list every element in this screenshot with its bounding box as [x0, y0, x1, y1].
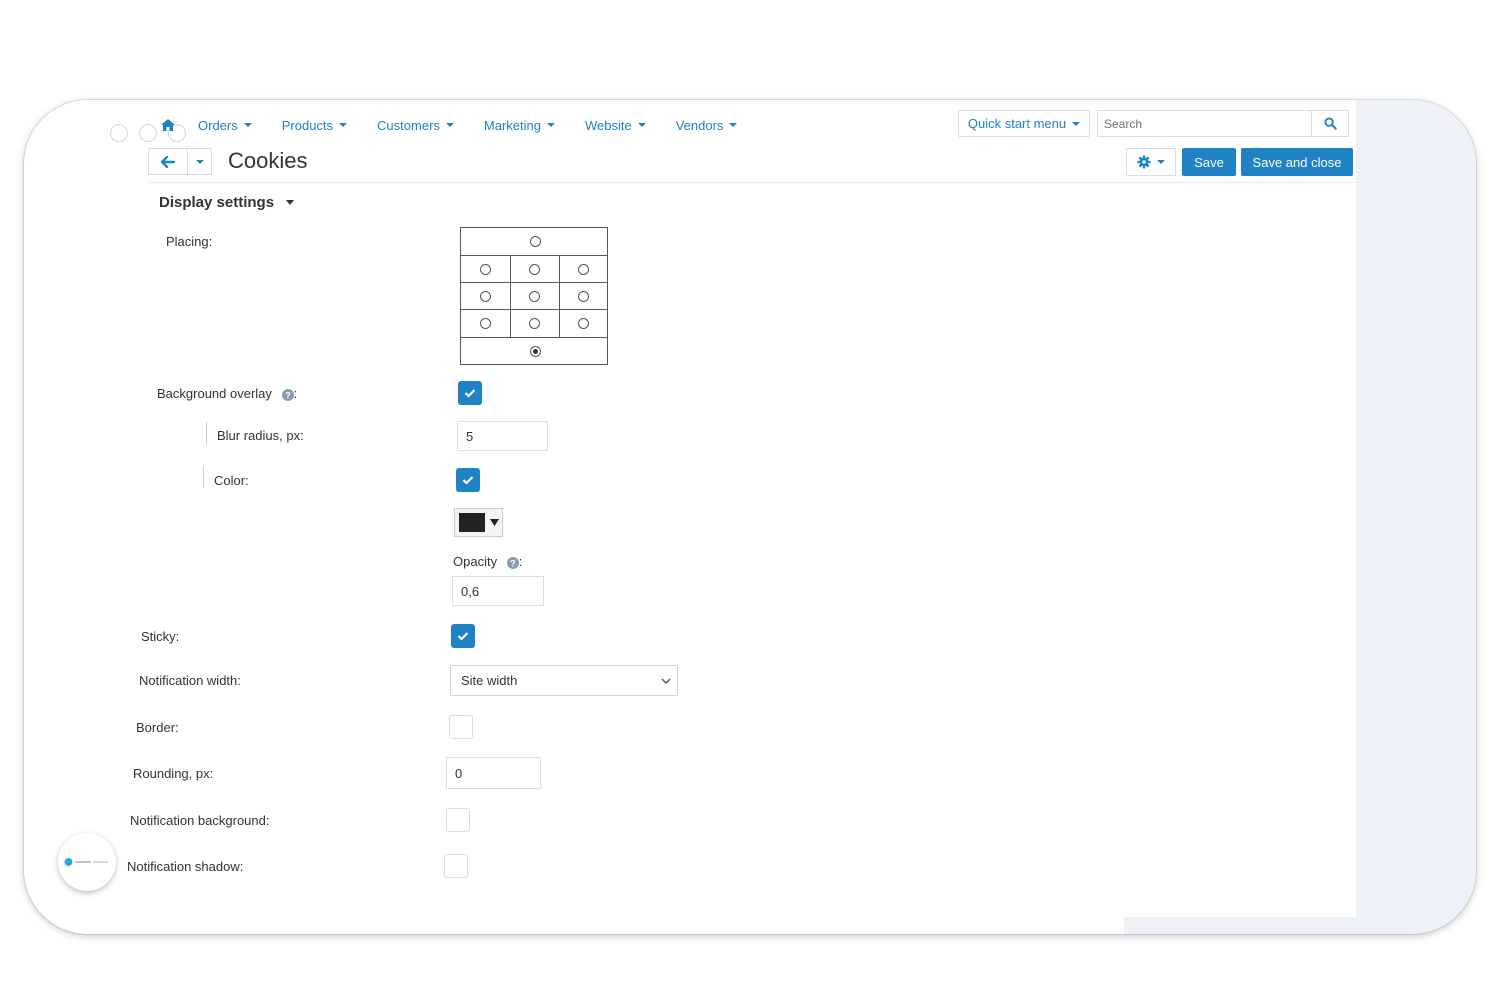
triangle-down-icon	[490, 519, 499, 526]
rounding-input[interactable]	[446, 757, 541, 789]
caret-down-icon	[637, 123, 646, 127]
save-and-close-button[interactable]: Save and close	[1241, 148, 1353, 176]
window-dot	[110, 124, 128, 142]
caret-down-icon	[286, 200, 295, 205]
notification-width-select[interactable]: Site width	[450, 665, 678, 696]
indent-bar	[203, 466, 204, 488]
notification-background-checkbox[interactable]	[446, 808, 470, 832]
section-display-settings[interactable]: Display settings	[159, 194, 295, 211]
chevron-down-icon	[661, 678, 671, 684]
arrow-left-icon	[161, 155, 175, 168]
nav-orders[interactable]: Orders	[198, 118, 252, 133]
help-icon[interactable]: ?	[506, 556, 519, 569]
caret-down-icon	[243, 123, 252, 127]
caret-down-icon	[729, 123, 738, 127]
notification-shadow-checkbox[interactable]	[444, 854, 468, 878]
store-logo	[64, 858, 108, 866]
color-checkbox[interactable]	[456, 468, 480, 492]
home-icon[interactable]	[160, 117, 176, 133]
caret-down-icon	[546, 123, 555, 127]
caret-down-icon	[445, 123, 454, 127]
checkmark-icon	[462, 476, 474, 485]
device-frame: Orders Products Customers Marketing Webs…	[24, 100, 1476, 934]
color-picker[interactable]	[454, 508, 503, 537]
side-background	[1356, 100, 1476, 934]
placing-grid	[460, 227, 608, 365]
logo-badge	[58, 833, 116, 891]
sticky-label: Sticky:	[141, 629, 180, 644]
border-label: Border:	[136, 720, 179, 735]
back-button[interactable]	[148, 148, 188, 175]
caret-down-icon	[1072, 121, 1081, 126]
blur-radius-label: Blur radius, px:	[217, 428, 304, 443]
nav-customers[interactable]: Customers	[377, 118, 454, 133]
back-dropdown-button[interactable]	[188, 148, 212, 175]
caret-down-icon	[1157, 160, 1165, 164]
placing-radio-middle-center[interactable]	[529, 291, 540, 302]
quick-start-menu-button[interactable]: Quick start menu	[958, 110, 1090, 137]
color-label: Color:	[214, 473, 249, 488]
title-bar: Cookies Save Save and close	[146, 146, 1356, 183]
admin-panel	[142, 102, 1356, 917]
checkmark-icon	[464, 389, 476, 398]
svg-text:?: ?	[285, 390, 291, 400]
placing-radio-bottom[interactable]	[530, 346, 541, 357]
caret-down-icon	[195, 159, 204, 164]
background-overlay-checkbox[interactable]	[458, 381, 482, 405]
placing-radio-middle-left[interactable]	[480, 291, 491, 302]
placing-radio-top-center[interactable]	[529, 264, 540, 275]
notification-width-label: Notification width:	[139, 673, 241, 688]
search-button[interactable]	[1311, 111, 1348, 136]
placing-radio-top-right[interactable]	[578, 264, 589, 275]
search-icon	[1323, 117, 1337, 130]
notification-background-label: Notification background:	[130, 813, 270, 828]
gear-icon	[1137, 155, 1151, 169]
save-button[interactable]: Save	[1182, 148, 1236, 176]
nav-products[interactable]: Products	[282, 118, 348, 133]
color-swatch	[459, 513, 485, 532]
blur-radius-input[interactable]	[457, 421, 548, 451]
placing-radio-top[interactable]	[530, 236, 541, 247]
svg-text:?: ?	[510, 558, 516, 568]
checkmark-icon	[457, 632, 469, 641]
nav-website[interactable]: Website	[585, 118, 646, 133]
indent-bar	[206, 422, 207, 444]
placing-radio-middle-right[interactable]	[578, 291, 589, 302]
nav-marketing[interactable]: Marketing	[484, 118, 555, 133]
placing-radio-bottom-center[interactable]	[529, 318, 540, 329]
placing-radio-bottom-right[interactable]	[578, 318, 589, 329]
nav-vendors[interactable]: Vendors	[676, 118, 738, 133]
background-overlay-label: Background overlay ?:	[157, 386, 298, 401]
settings-button[interactable]	[1126, 148, 1176, 176]
page-title: Cookies	[228, 148, 308, 173]
caret-down-icon	[339, 123, 348, 127]
opacity-input[interactable]	[452, 576, 544, 606]
search-box	[1097, 110, 1349, 137]
border-checkbox[interactable]	[449, 715, 473, 739]
search-input[interactable]	[1098, 111, 1311, 136]
placing-label: Placing:	[166, 234, 213, 249]
rounding-label: Rounding, px:	[133, 766, 214, 781]
notification-shadow-label: Notification shadow:	[127, 859, 244, 874]
placing-radio-bottom-left[interactable]	[480, 318, 491, 329]
help-icon[interactable]: ?	[281, 388, 294, 401]
sticky-checkbox[interactable]	[451, 624, 475, 648]
opacity-label: Opacity ?:	[453, 554, 523, 569]
placing-radio-top-left[interactable]	[480, 264, 491, 275]
